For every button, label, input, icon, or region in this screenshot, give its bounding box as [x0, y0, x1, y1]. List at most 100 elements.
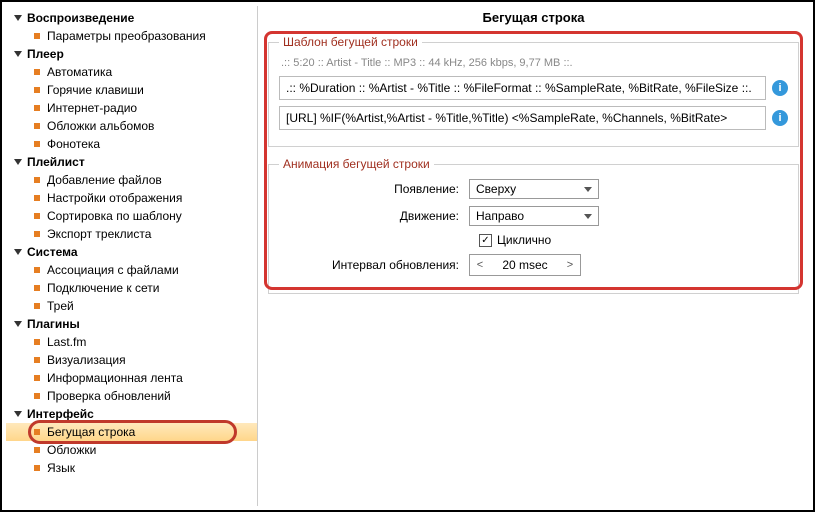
- tree-item[interactable]: Экспорт треклиста: [6, 225, 257, 243]
- bullet-icon: [34, 267, 40, 273]
- bullet-icon: [34, 69, 40, 75]
- bullet-icon: [34, 447, 40, 453]
- bullet-icon: [34, 357, 40, 363]
- tree-item[interactable]: Фонотека: [6, 135, 257, 153]
- chevron-down-icon: [14, 51, 22, 57]
- item-label: Добавление файлов: [47, 173, 162, 187]
- item-label: Горячие клавиши: [47, 83, 144, 97]
- item-label: Информационная лента: [47, 371, 183, 385]
- interval-label: Интервал обновления:: [279, 258, 469, 272]
- tree-item[interactable]: Визуализация: [6, 351, 257, 369]
- tree-item[interactable]: Ассоциация с файлами: [6, 261, 257, 279]
- tree-item[interactable]: Трей: [6, 297, 257, 315]
- settings-tree: Воспроизведение Параметры преобразования…: [6, 6, 258, 506]
- movement-select[interactable]: Направо: [469, 206, 599, 226]
- bullet-icon: [34, 231, 40, 237]
- template-fieldset: Шаблон бегущей строки .:: 5:20 :: Artist…: [268, 35, 799, 147]
- item-label: Обложки: [47, 443, 96, 457]
- main-panel: Бегущая строка Шаблон бегущей строки .::…: [258, 6, 809, 506]
- template-legend: Шаблон бегущей строки: [279, 35, 422, 49]
- item-label: Интернет-радио: [47, 101, 137, 115]
- item-label: Настройки отображения: [47, 191, 182, 205]
- tree-item[interactable]: Автоматика: [6, 63, 257, 81]
- category-label: Плеер: [27, 47, 64, 61]
- item-label: Визуализация: [47, 353, 126, 367]
- category-label: Плейлист: [27, 155, 85, 169]
- tree-item[interactable]: Проверка обновлений: [6, 387, 257, 405]
- increment-button[interactable]: >: [560, 255, 580, 275]
- page-title: Бегущая строка: [264, 6, 803, 31]
- appearance-label: Появление:: [279, 182, 469, 196]
- interval-spinner: < 20 msec >: [469, 254, 581, 276]
- tree-category[interactable]: Плагины: [6, 315, 257, 333]
- template-input-2[interactable]: [279, 106, 766, 130]
- tree-item[interactable]: Информационная лента: [6, 369, 257, 387]
- interval-value: 20 msec: [490, 256, 560, 274]
- appearance-select[interactable]: Сверху: [469, 179, 599, 199]
- chevron-down-icon: [14, 321, 22, 327]
- category-label: Система: [27, 245, 78, 259]
- chevron-down-icon: [14, 411, 22, 417]
- tree-item[interactable]: Подключение к сети: [6, 279, 257, 297]
- item-label: Автоматика: [47, 65, 112, 79]
- category-label: Интерфейс: [27, 407, 94, 421]
- bullet-icon: [34, 123, 40, 129]
- item-label: Ассоциация с файлами: [47, 263, 179, 277]
- chevron-down-icon: [14, 15, 22, 21]
- tree-item[interactable]: Параметры преобразования: [6, 27, 257, 45]
- item-label: Last.fm: [47, 335, 86, 349]
- info-icon[interactable]: i: [772, 110, 788, 126]
- item-label: Параметры преобразования: [47, 29, 206, 43]
- category-label: Воспроизведение: [27, 11, 134, 25]
- item-label: Трей: [47, 299, 74, 313]
- tree-item[interactable]: Обложки: [6, 441, 257, 459]
- bullet-icon: [34, 33, 40, 39]
- animation-fieldset: Анимация бегущей строки Появление: Сверх…: [268, 157, 799, 294]
- bullet-icon: [34, 429, 40, 435]
- bullet-icon: [34, 465, 40, 471]
- bullet-icon: [34, 141, 40, 147]
- animation-legend: Анимация бегущей строки: [279, 157, 434, 171]
- movement-label: Движение:: [279, 209, 469, 223]
- bullet-icon: [34, 177, 40, 183]
- tree-category[interactable]: Плейлист: [6, 153, 257, 171]
- info-icon[interactable]: i: [772, 80, 788, 96]
- tree-item-running-line[interactable]: Бегущая строка: [6, 423, 257, 441]
- template-input-1[interactable]: [279, 76, 766, 100]
- tree-item[interactable]: Добавление файлов: [6, 171, 257, 189]
- item-label: Сортировка по шаблону: [47, 209, 182, 223]
- template-preview: .:: 5:20 :: Artist - Title :: MP3 :: 44 …: [279, 57, 788, 69]
- tree-item[interactable]: Обложки альбомов: [6, 117, 257, 135]
- item-label: Подключение к сети: [47, 281, 159, 295]
- bullet-icon: [34, 213, 40, 219]
- bullet-icon: [34, 303, 40, 309]
- item-label: Фонотека: [47, 137, 100, 151]
- decrement-button[interactable]: <: [470, 255, 490, 275]
- bullet-icon: [34, 285, 40, 291]
- category-label: Плагины: [27, 317, 80, 331]
- bullet-icon: [34, 87, 40, 93]
- bullet-icon: [34, 195, 40, 201]
- tree-item[interactable]: Last.fm: [6, 333, 257, 351]
- item-label: Бегущая строка: [47, 425, 135, 439]
- tree-item[interactable]: Настройки отображения: [6, 189, 257, 207]
- bullet-icon: [34, 393, 40, 399]
- chevron-down-icon: [14, 249, 22, 255]
- item-label: Проверка обновлений: [47, 389, 171, 403]
- bullet-icon: [34, 339, 40, 345]
- tree-item[interactable]: Язык: [6, 459, 257, 477]
- bullet-icon: [34, 105, 40, 111]
- chevron-down-icon: [14, 159, 22, 165]
- tree-item[interactable]: Сортировка по шаблону: [6, 207, 257, 225]
- tree-category[interactable]: Воспроизведение: [6, 9, 257, 27]
- cyclic-label: Циклично: [497, 233, 551, 247]
- tree-category[interactable]: Система: [6, 243, 257, 261]
- tree-item[interactable]: Интернет-радио: [6, 99, 257, 117]
- tree-item[interactable]: Горячие клавиши: [6, 81, 257, 99]
- tree-category[interactable]: Плеер: [6, 45, 257, 63]
- cyclic-checkbox[interactable]: ✓: [479, 234, 492, 247]
- bullet-icon: [34, 375, 40, 381]
- tree-category[interactable]: Интерфейс: [6, 405, 257, 423]
- item-label: Обложки альбомов: [47, 119, 154, 133]
- item-label: Экспорт треклиста: [47, 227, 151, 241]
